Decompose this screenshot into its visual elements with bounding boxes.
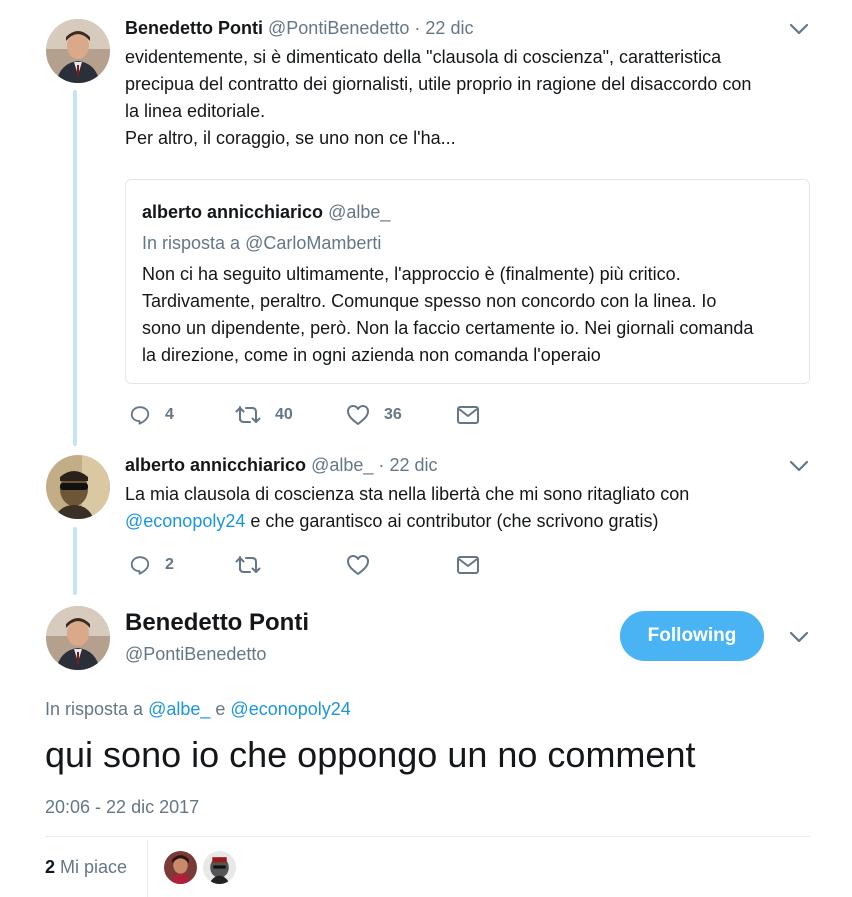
main-author-handle[interactable]: @PontiBenedetto [125, 644, 266, 665]
tweet1-dm-button[interactable] [456, 400, 480, 430]
main-likes-count: 2 [45, 857, 56, 877]
reply-icon [130, 556, 150, 575]
tweet1-author-name[interactable]: Benedetto Ponti [125, 18, 263, 38]
tweet1-author-handle[interactable]: @PontiBenedetto [268, 18, 409, 38]
tweet1-chevron-down-icon[interactable] [789, 23, 809, 35]
main-reply-user1-link[interactable]: @albe_ [148, 699, 210, 719]
avatar-benedetto[interactable] [46, 19, 110, 83]
likes-divider [147, 840, 148, 897]
following-button[interactable]: Following [620, 611, 764, 661]
reply-icon [130, 406, 150, 425]
tweet1-retweet-button[interactable]: 40 [235, 400, 293, 430]
tweet1-retweet-count: 40 [275, 406, 293, 423]
tweet1-text-line: Per altro, il coraggio, se uno non ce l'… [125, 128, 456, 148]
tweet1-reply-count: 4 [165, 406, 174, 423]
quoted-reply-to: @CarloMamberti [245, 233, 382, 253]
quoted-text-line: Tardivamente, peraltro. Comunque spesso … [142, 291, 717, 311]
tweet2-reply-count: 2 [165, 556, 174, 573]
liker-avatar[interactable] [164, 851, 197, 884]
quoted-reply-prefix: In risposta a [142, 233, 241, 253]
tweet1-like-count: 36 [384, 406, 402, 423]
quoted-author-handle: @albe_ [328, 202, 391, 222]
tweet2-reply-button[interactable]: 2 [129, 550, 174, 580]
thread-line-lower [73, 527, 77, 595]
tweet2-text-line2: @econopoly24 e che garantisco ai contrib… [125, 508, 815, 535]
main-author-name[interactable]: Benedetto Ponti [125, 609, 309, 637]
avatar-main-benedetto[interactable] [46, 606, 110, 670]
tweet2-chevron-down-icon[interactable] [789, 460, 809, 472]
tweet1-reply-button[interactable]: 4 [129, 400, 174, 430]
quoted-author-name: alberto annicchiarico [142, 202, 324, 222]
main-tweet-text: qui sono io che oppongo un no comment [45, 734, 696, 775]
tweet2-like-button[interactable] [346, 550, 370, 580]
main-chevron-down-icon[interactable] [789, 631, 809, 643]
tweet1-like-button[interactable]: 36 [346, 400, 402, 430]
avatar-alberto[interactable] [46, 455, 110, 519]
quoted-text-line: la direzione, come in ogni azienda non c… [142, 345, 601, 365]
retweet-icon [235, 406, 261, 423]
quoted-text: Non ci ha seguito ultimamente, l'approcc… [142, 261, 802, 369]
tweet2-separator: · [378, 455, 385, 475]
main-timestamp[interactable]: 20:06 - 22 dic 2017 [45, 797, 199, 818]
tweet1-text: evidentemente, si è dimenticato della "c… [125, 44, 815, 152]
tweet2-actions: 2 [125, 550, 485, 580]
tweet2-text: La mia clausola di coscienza sta nella l… [125, 481, 815, 535]
tweet2-author-handle[interactable]: @albe_ [311, 455, 373, 475]
tweet1-separator: · [414, 18, 421, 38]
main-likes-label: Mi piace [55, 857, 128, 877]
heart-icon [347, 555, 369, 575]
tweet2-text-line1: La mia clausola di coscienza sta nella l… [125, 484, 690, 504]
quoted-text-line: Non ci ha seguito ultimamente, l'approcc… [142, 264, 681, 284]
tweet2-header: alberto annicchiarico @albe_ · 22 dic [125, 454, 437, 476]
tweet2-mention-link[interactable]: @econopoly24 [125, 511, 245, 531]
main-reply-context: In risposta a @albe_ e @econopoly24 [45, 699, 351, 720]
thread-line-upper [73, 90, 77, 446]
tweet2-text-line2-rest: e che garantisco ai contributor (che scr… [245, 511, 659, 531]
envelope-icon [457, 556, 479, 574]
heart-icon [347, 405, 369, 425]
tweet2-author-name[interactable]: alberto annicchiarico [125, 455, 306, 475]
quoted-header: alberto annicchiarico @albe_ [142, 201, 390, 223]
tweet2-retweet-button[interactable] [235, 550, 261, 580]
main-reply-and: e [210, 699, 231, 719]
tweet2-date[interactable]: 22 dic [389, 455, 437, 475]
tweet1-text-line: la linea editoriale. [125, 101, 266, 121]
retweet-icon [235, 556, 261, 573]
tweet1-text-line: precipua del contratto dei giornalisti, … [125, 74, 752, 94]
tweet1-actions: 4 40 36 [125, 400, 485, 430]
quoted-text-line: sono un dipendente, però. Non la faccio … [142, 318, 754, 338]
tweet2-dm-button[interactable] [456, 550, 480, 580]
envelope-icon [457, 406, 479, 424]
tweet1-text-line: evidentemente, si è dimenticato della "c… [125, 47, 722, 67]
tweet1-header: Benedetto Ponti @PontiBenedetto · 22 dic [125, 17, 473, 39]
tweet1-date[interactable]: 22 dic [425, 18, 473, 38]
liker-avatar[interactable] [203, 851, 236, 884]
quoted-reply-context: In risposta a @CarloMamberti [142, 232, 381, 254]
main-likes-summary[interactable]: 2 Mi piace [45, 857, 127, 878]
divider [45, 836, 810, 837]
main-reply-prefix: In risposta a [45, 699, 144, 719]
quoted-tweet-card[interactable]: alberto annicchiarico @albe_ In risposta… [125, 179, 810, 384]
main-reply-user2-link[interactable]: @econopoly24 [230, 699, 350, 719]
